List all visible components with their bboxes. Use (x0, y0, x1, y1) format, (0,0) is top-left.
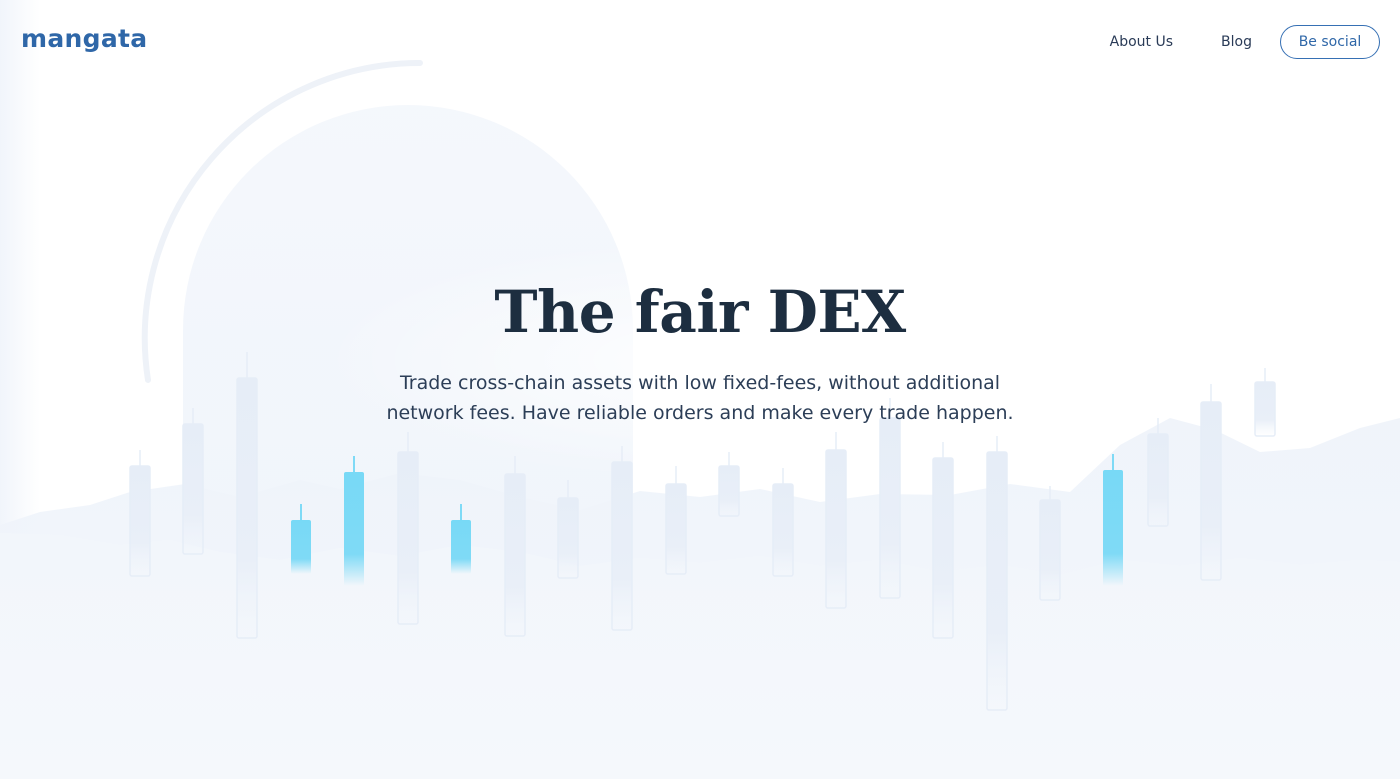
mangata-logo[interactable]: mangata (21, 24, 147, 53)
nav-link-about-us[interactable]: About Us (1110, 34, 1173, 50)
nav-link-blog[interactable]: Blog (1221, 34, 1252, 50)
hero-subtitle-line: network fees. Have reliable orders and m… (386, 402, 1014, 424)
landing-page: mangata About Us Blog Be social The fair… (0, 0, 1400, 779)
hero-subtitle-line: Trade cross-chain assets with low fixed-… (399, 372, 1001, 394)
be-social-button[interactable]: Be social (1280, 25, 1380, 59)
hero-title: The fair DEX (494, 278, 906, 346)
near-mountains (0, 533, 1400, 779)
top-navigation: About Us Blog Be social (1110, 25, 1380, 59)
hero-subtitle: Trade cross-chain assets with low fixed-… (350, 368, 1050, 428)
